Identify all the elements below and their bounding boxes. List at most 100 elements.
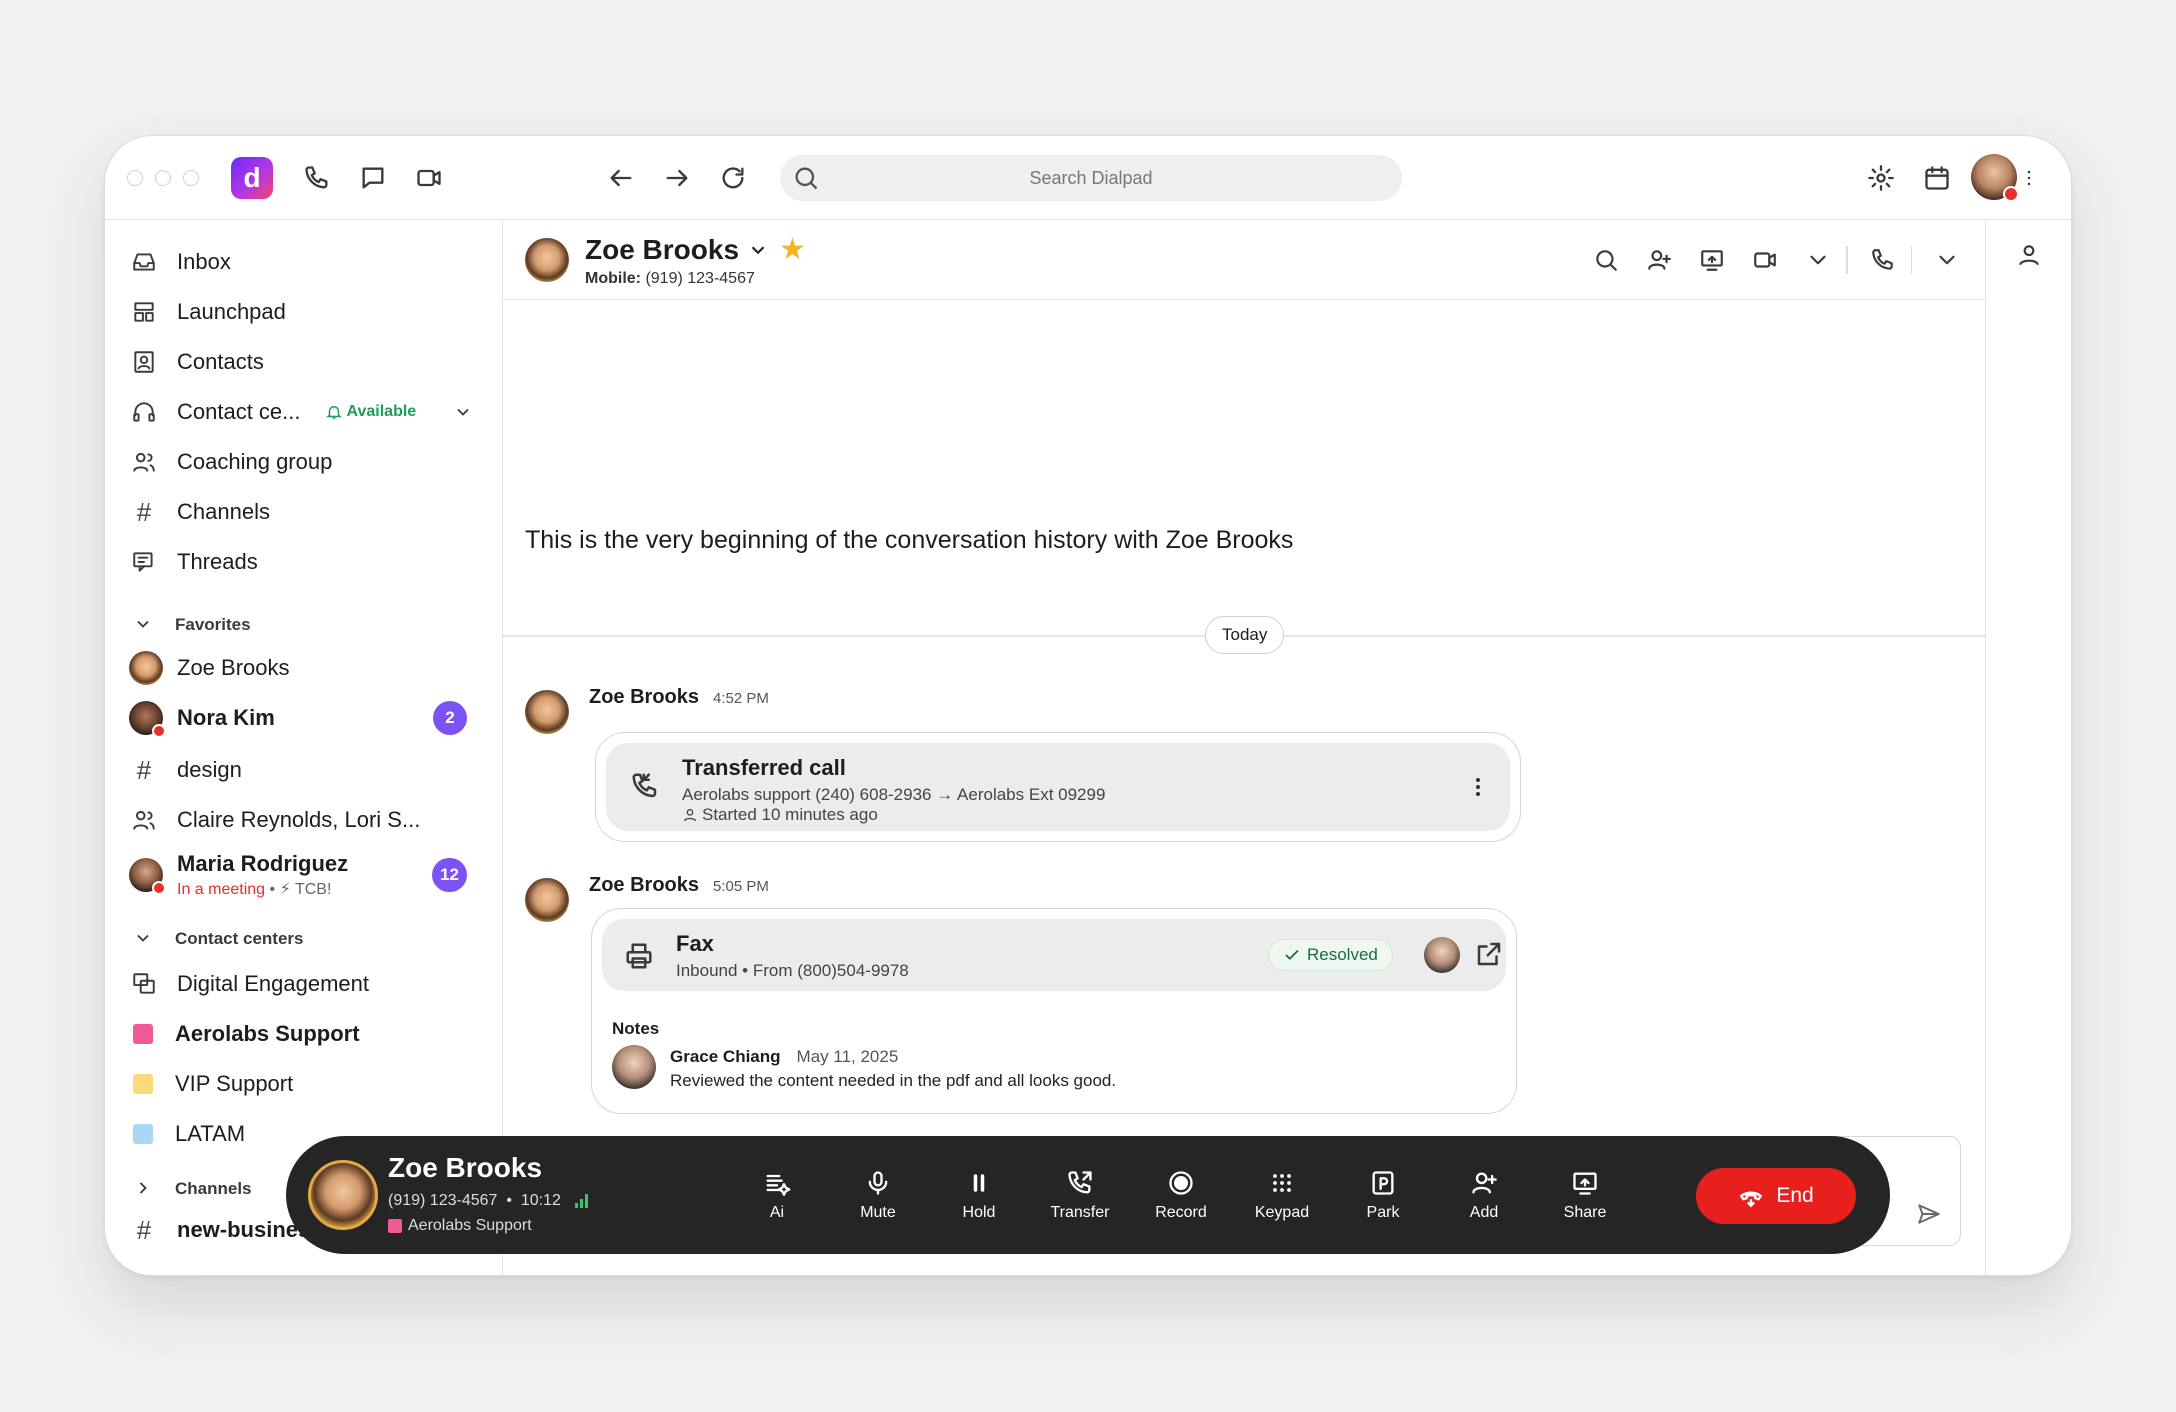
forward-arrow-icon[interactable] [659,160,695,196]
sidebar-item-threads[interactable]: Threads [129,542,489,582]
chevron-down-icon[interactable] [453,402,473,422]
color-swatch [133,1074,153,1094]
hang-up-icon [1739,1191,1763,1208]
channels-section-header[interactable]: Channels [133,1174,252,1204]
chevron-down-icon[interactable] [1800,242,1836,278]
end-call-button[interactable]: End [1696,1168,1856,1224]
pause-icon [934,1166,1024,1200]
sidebar-item-label: Channels [177,499,270,524]
color-swatch [133,1124,153,1144]
sidebar-item-launchpad[interactable]: Launchpad [129,292,489,332]
sidebar-item-channels[interactable]: # Channels [129,492,489,532]
contact-center-digital-engagement[interactable]: Digital Engagement [129,964,489,1004]
contact-details-icon[interactable] [2016,242,2044,270]
gear-icon[interactable] [1863,160,1899,196]
refresh-icon[interactable] [715,160,751,196]
window-close-button[interactable] [127,170,143,186]
contact-name[interactable]: Zoe Brooks ★ [585,232,806,267]
park-icon [1338,1166,1428,1200]
sidebar-item-label: Launchpad [177,299,286,324]
chat-icon[interactable] [355,160,391,196]
caller-avatar[interactable] [308,1160,378,1230]
record-button[interactable]: Record [1136,1166,1226,1222]
transfer-button[interactable]: Transfer [1035,1166,1125,1222]
calendar-icon[interactable] [1919,160,1955,196]
message-avatar[interactable] [525,690,569,734]
phone-icon[interactable] [299,160,335,196]
more-vertical-icon[interactable] [2019,160,2039,196]
sidebar-item-label: Contact ce... [177,399,301,424]
more-vertical-icon[interactable] [1474,775,1482,805]
contact-center-aerolabs-support[interactable]: Aerolabs Support [129,1014,489,1054]
resolved-badge[interactable]: Resolved [1268,939,1393,971]
conversation-start-text: This is the very beginning of the conver… [525,526,1294,554]
screen-share-icon[interactable] [1694,242,1730,278]
check-icon [1285,949,1299,961]
status-dot [152,881,166,895]
message-avatar[interactable] [525,878,569,922]
launchpad-icon [129,297,159,327]
sidebar-item-contacts[interactable]: Contacts [129,342,489,382]
external-link-icon[interactable] [1474,939,1506,971]
person-icon [684,809,696,822]
video-icon[interactable] [411,160,447,196]
ai-button[interactable]: Ai [732,1166,822,1222]
contact-center-label: Aerolabs Support [175,1021,360,1046]
sidebar-item-inbox[interactable]: Inbox [129,242,489,282]
window-maximize-button[interactable] [183,170,199,186]
printer-icon [624,941,656,973]
message-author: Zoe Brooks 4:52 PM [589,686,769,708]
favorites-section-header[interactable]: Favorites [133,610,251,640]
search-bar[interactable] [780,155,1402,201]
dialpad-logo[interactable]: d [231,157,273,199]
add-participant-button[interactable]: Add [1439,1166,1529,1222]
assignee-avatar[interactable] [1424,937,1460,973]
video-icon[interactable] [1747,242,1783,278]
favorite-label: design [177,757,242,782]
chevron-down-icon[interactable] [1929,242,1965,278]
conversation-header: Zoe Brooks ★ Mobile: (919) 123-4567 [503,220,1985,300]
phone-icon[interactable] [1865,242,1901,278]
park-button[interactable]: Park [1338,1166,1428,1222]
favorite-nora-kim[interactable]: Nora Kim 2 [129,698,489,738]
headset-icon [129,397,159,427]
contact-centers-section-header[interactable]: Contact centers [133,924,303,954]
favorite-zoe-brooks[interactable]: Zoe Brooks [129,648,489,688]
app-window: d Search Dialpad Inbox Launchpad Contact… [104,135,2072,1276]
mute-button[interactable]: Mute [833,1166,923,1222]
contact-center-vip-support[interactable]: VIP Support [129,1064,489,1104]
sidebar-item-label: Contacts [177,349,264,374]
hold-button[interactable]: Hold [934,1166,1024,1222]
favorite-maria-rodriguez[interactable]: Maria Rodriguez In a meeting • ⚡ TCB! 12 [129,850,489,900]
share-button[interactable]: Share [1540,1166,1630,1222]
sidebar-item-contact-center[interactable]: Contact ce... Available [129,392,489,432]
availability-status[interactable]: Available [325,403,416,421]
search-icon[interactable] [1588,242,1624,278]
favorite-group-claire[interactable]: Claire Reynolds, Lori S... [129,800,489,840]
transferred-call-card[interactable]: Transferred call Aerolabs support (240) … [595,732,1521,842]
add-person-icon[interactable] [1641,242,1677,278]
signal-strength-icon [574,1194,590,1208]
sidebar-item-coaching-group[interactable]: Coaching group [129,442,489,482]
notes-header: Notes [612,1019,660,1038]
threads-icon [129,547,159,577]
favorite-star-icon[interactable]: ★ [779,232,806,267]
favorite-label: Maria Rodriguez [177,851,349,876]
sidebar-item-label: Inbox [177,249,231,274]
contact-avatar[interactable] [525,238,569,282]
favorite-label: Claire Reynolds, Lori S... [177,807,421,832]
window-minimize-button[interactable] [155,170,171,186]
record-icon [1136,1166,1226,1200]
avatar [129,858,166,895]
send-icon[interactable] [1916,1201,1946,1231]
fax-card[interactable]: Fax Inbound • From (800)504-9978 Resolve… [591,908,1517,1114]
keypad-button[interactable]: Keypad [1237,1166,1327,1222]
contact-phone: Mobile: (919) 123-4567 [585,270,755,287]
call-transfer-icon [630,771,662,803]
user-avatar[interactable] [1971,154,2019,202]
back-arrow-icon[interactable] [603,160,639,196]
favorite-design[interactable]: # design [129,750,489,790]
keypad-icon [1237,1166,1327,1200]
search-input[interactable] [780,167,1402,189]
unread-badge: 2 [433,701,467,735]
